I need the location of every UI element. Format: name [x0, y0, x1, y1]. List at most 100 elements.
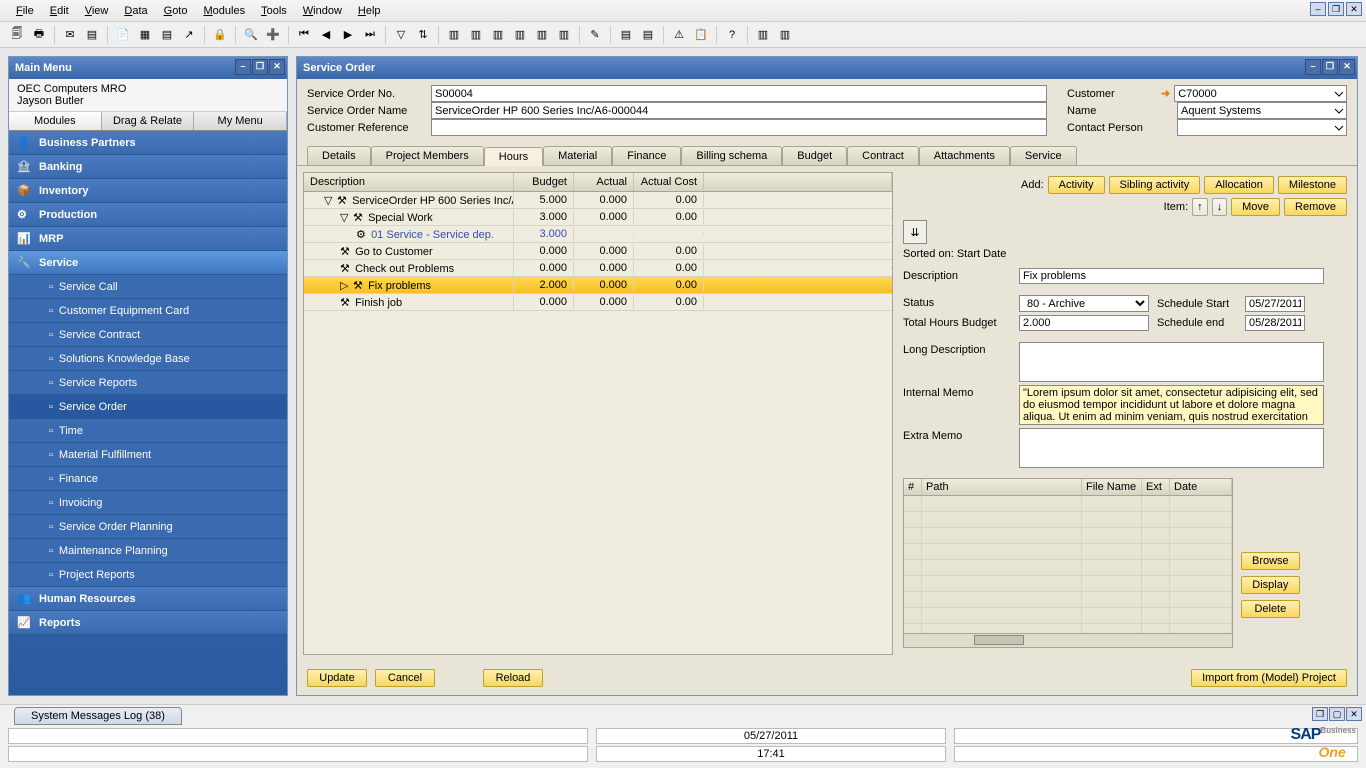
tab-material[interactable]: Material: [543, 146, 612, 165]
cancel-button[interactable]: Cancel: [375, 669, 435, 687]
item-down-button[interactable]: ↓: [1212, 198, 1228, 216]
tab-project-members[interactable]: Project Members: [371, 146, 484, 165]
toolbar-doc2-icon[interactable]: ▥: [467, 26, 485, 44]
attachment-row[interactable]: [904, 592, 1232, 608]
add-allocation-button[interactable]: Allocation: [1204, 176, 1274, 194]
nav-item-service-order[interactable]: ▫Service Order: [9, 395, 287, 419]
nav-group-inventory[interactable]: 📦Inventory: [9, 179, 287, 203]
hours-row[interactable]: ⚒ Go to Customer0.0000.0000.00: [304, 243, 892, 260]
attachment-row[interactable]: [904, 528, 1232, 544]
toolbar-prev-icon[interactable]: ◀: [317, 26, 335, 44]
nav-item-project-reports[interactable]: ▫Project Reports: [9, 563, 287, 587]
col-description[interactable]: Description: [304, 173, 514, 191]
at-col-date[interactable]: Date: [1170, 479, 1232, 495]
import-button[interactable]: Import from (Model) Project: [1191, 669, 1347, 687]
menu-edit[interactable]: Edit: [42, 3, 77, 19]
nav-group-business-partners[interactable]: 👤Business Partners: [9, 131, 287, 155]
toolbar-ext1-icon[interactable]: ▥: [754, 26, 772, 44]
memo-input[interactable]: "Lorem ipsum dolor sit amet, consectetur…: [1019, 385, 1324, 425]
toolbar-next-icon[interactable]: ▶: [339, 26, 357, 44]
status-select[interactable]: 80 - Archive: [1019, 295, 1149, 312]
menu-window[interactable]: Window: [295, 3, 350, 19]
nav-group-human-resources[interactable]: 👥Human Resources: [9, 587, 287, 611]
toolbar-lock-icon[interactable]: 🔒: [211, 26, 229, 44]
customer-input[interactable]: [1174, 85, 1347, 102]
sort-icon[interactable]: ⇊: [903, 220, 927, 244]
mm-close-icon[interactable]: ✕: [269, 59, 285, 75]
nav-item-service-contract[interactable]: ▫Service Contract: [9, 323, 287, 347]
attachment-row[interactable]: [904, 576, 1232, 592]
toolbar-filter-icon[interactable]: ▽: [392, 26, 410, 44]
toolbar-query-icon[interactable]: ▤: [639, 26, 657, 44]
remove-button[interactable]: Remove: [1284, 198, 1347, 216]
toolbar-pdf-icon[interactable]: ▤: [158, 26, 176, 44]
toolbar-help-icon[interactable]: ?: [723, 26, 741, 44]
desc-input[interactable]: [1019, 268, 1324, 284]
order-name-input[interactable]: [431, 102, 1047, 119]
expand-icon[interactable]: ▽: [340, 211, 352, 223]
nav-item-service-call[interactable]: ▫Service Call: [9, 275, 287, 299]
so-maximize-icon[interactable]: ❐: [1322, 59, 1338, 75]
tab-details[interactable]: Details: [307, 146, 371, 165]
attachment-row[interactable]: [904, 512, 1232, 528]
menu-file[interactable]: File: [8, 3, 42, 19]
nav-item-invoicing[interactable]: ▫Invoicing: [9, 491, 287, 515]
at-col-filename[interactable]: File Name: [1082, 479, 1142, 495]
at-col-path[interactable]: Path: [922, 479, 1082, 495]
col-actual-cost[interactable]: Actual Cost: [634, 173, 704, 191]
tab-hours[interactable]: Hours: [484, 147, 543, 166]
toolbar-doc4-icon[interactable]: ▥: [511, 26, 529, 44]
attachments-scrollbar[interactable]: [904, 633, 1232, 647]
name-input[interactable]: [1177, 102, 1347, 119]
menu-modules[interactable]: Modules: [195, 3, 253, 19]
expand-icon[interactable]: ▽: [324, 194, 336, 206]
toolbar-email-icon[interactable]: ✉: [61, 26, 79, 44]
nav-item-maintenance-planning[interactable]: ▫Maintenance Planning: [9, 539, 287, 563]
attachment-row[interactable]: [904, 496, 1232, 512]
customer-link-icon[interactable]: ➜: [1161, 87, 1170, 100]
nav-item-material-fulfillment[interactable]: ▫Material Fulfillment: [9, 443, 287, 467]
maximize-icon[interactable]: ❐: [1328, 2, 1344, 16]
close-icon[interactable]: ✕: [1346, 2, 1362, 16]
col-actual[interactable]: Actual: [574, 173, 634, 191]
delete-button[interactable]: Delete: [1241, 600, 1300, 618]
at-col-ext[interactable]: Ext: [1142, 479, 1170, 495]
add-activity-button[interactable]: Activity: [1048, 176, 1105, 194]
nav-item-time[interactable]: ▫Time: [9, 419, 287, 443]
tab-attachments[interactable]: Attachments: [919, 146, 1010, 165]
toolbar-print-icon[interactable]: 🖶: [30, 26, 48, 44]
nav-item-finance[interactable]: ▫Finance: [9, 467, 287, 491]
order-no-input[interactable]: [431, 85, 1047, 102]
browse-button[interactable]: Browse: [1241, 552, 1300, 570]
sched-start-input[interactable]: [1245, 296, 1305, 312]
toolbar-doc3-icon[interactable]: ▥: [489, 26, 507, 44]
reload-button[interactable]: Reload: [483, 669, 543, 687]
nav-item-customer-equipment-card[interactable]: ▫Customer Equipment Card: [9, 299, 287, 323]
hours-row[interactable]: ▽⚒ Special Work3.0000.0000.00: [304, 209, 892, 226]
tab-service[interactable]: Service: [1010, 146, 1077, 165]
so-minimize-icon[interactable]: –: [1305, 59, 1321, 75]
sched-end-input[interactable]: [1245, 315, 1305, 331]
mm-tab-my-menu[interactable]: My Menu: [194, 112, 287, 130]
log-restore-icon[interactable]: ❐: [1312, 707, 1328, 721]
cust-ref-input[interactable]: [431, 119, 1047, 136]
tab-finance[interactable]: Finance: [612, 146, 681, 165]
toolbar-add-icon[interactable]: ➕: [264, 26, 282, 44]
toolbar-sms-icon[interactable]: ▤: [83, 26, 101, 44]
toolbar-layout-icon[interactable]: ▤: [617, 26, 635, 44]
menu-help[interactable]: Help: [350, 3, 389, 19]
minimize-icon[interactable]: –: [1310, 2, 1326, 16]
attachment-row[interactable]: [904, 608, 1232, 624]
add-milestone-button[interactable]: Milestone: [1278, 176, 1347, 194]
extra-memo-input[interactable]: [1019, 428, 1324, 468]
toolbar-doc1-icon[interactable]: ▥: [445, 26, 463, 44]
nav-item-service-order-planning[interactable]: ▫Service Order Planning: [9, 515, 287, 539]
toolbar-ext2-icon[interactable]: ▥: [776, 26, 794, 44]
sys-messages-log-tab[interactable]: System Messages Log (38): [14, 707, 182, 725]
nav-item-solutions-knowledge-base[interactable]: ▫Solutions Knowledge Base: [9, 347, 287, 371]
update-button[interactable]: Update: [307, 669, 367, 687]
toolbar-preview-icon[interactable]: 🗐: [8, 26, 26, 44]
attachment-row[interactable]: [904, 560, 1232, 576]
nav-group-service[interactable]: 🔧Service: [9, 251, 287, 275]
mm-tab-drag-relate[interactable]: Drag & Relate: [102, 112, 195, 130]
